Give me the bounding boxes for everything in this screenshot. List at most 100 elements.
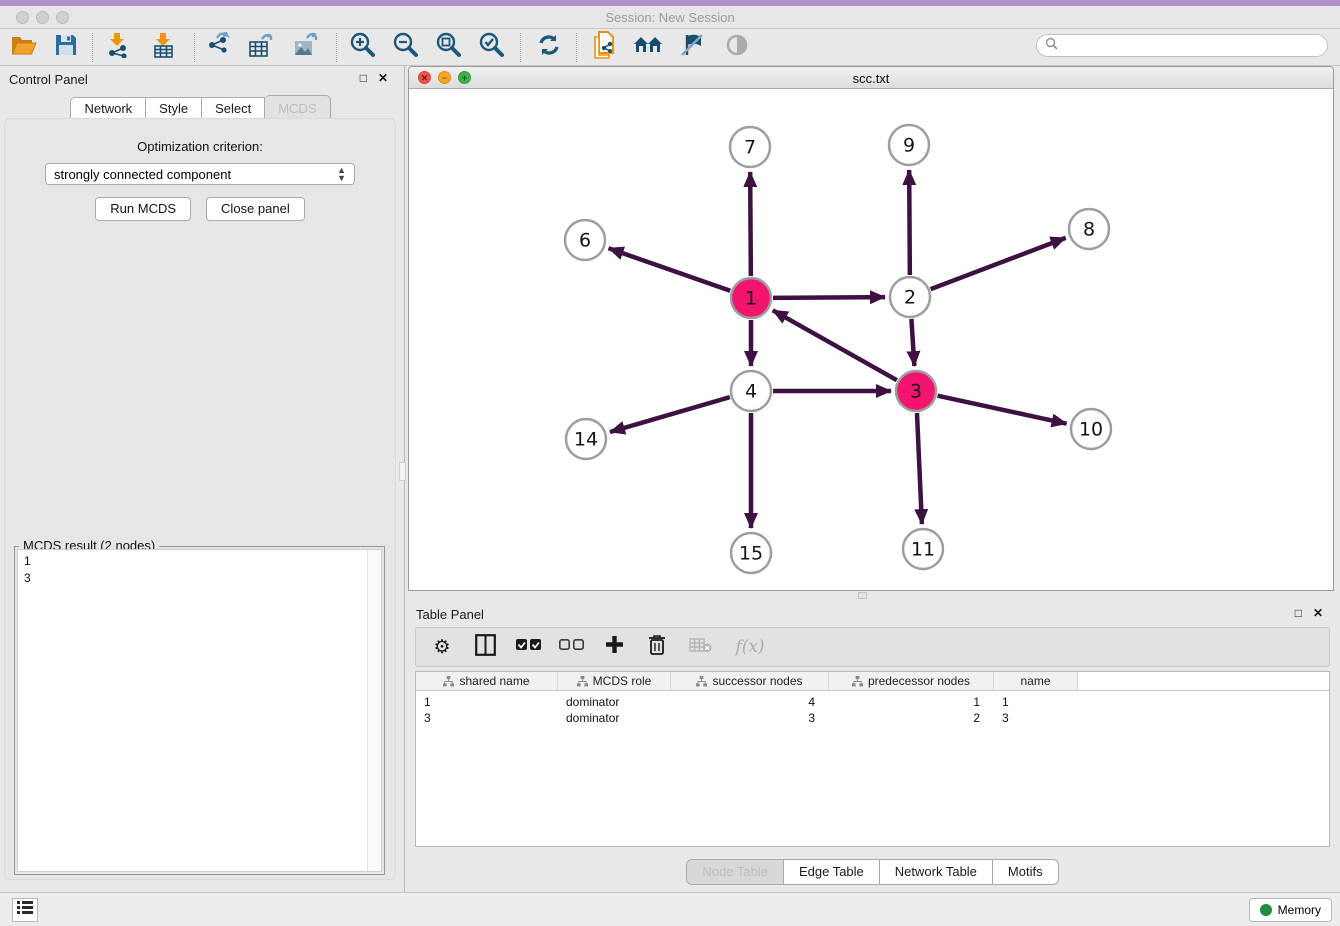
table-toolbar: ⚙ [415, 627, 1330, 667]
graph-node-label: 3 [910, 381, 922, 403]
table-row[interactable]: 1 dominator 4 1 1 [416, 694, 1329, 710]
select-all-rows-button[interactable] [516, 634, 540, 660]
optimization-criterion-select[interactable]: strongly connected component ▲▼ [45, 163, 355, 185]
zoom-out-button[interactable] [388, 32, 424, 63]
export-network-button[interactable] [200, 32, 236, 63]
column-visibility-button[interactable] [473, 634, 497, 660]
close-panel-button[interactable]: Close panel [206, 197, 305, 221]
graph-edge-1-6[interactable] [609, 248, 731, 290]
search-input[interactable] [1063, 37, 1327, 55]
export-image-icon [293, 32, 319, 63]
graph-node-14[interactable]: 14 [566, 419, 606, 459]
hide-graphics-details-button[interactable] [674, 32, 710, 63]
mcds-result-area[interactable]: 1 3 [17, 549, 382, 872]
toolbar-separator [576, 33, 577, 62]
graph-edge-3-11[interactable] [917, 413, 922, 524]
column-header-shared-name[interactable]: shared name [416, 672, 558, 690]
graph-node-11[interactable]: 11 [903, 529, 943, 569]
column-header-name[interactable]: name [994, 672, 1078, 690]
main-titlebar: Session: New Session [0, 6, 1340, 29]
cell-mcds-role: dominator [558, 710, 671, 726]
open-session-button[interactable] [6, 32, 42, 63]
memory-button[interactable]: Memory [1249, 898, 1332, 922]
close-table-panel-icon[interactable]: ✕ [1313, 607, 1323, 619]
graph-edge-3-1[interactable] [773, 310, 897, 380]
graph-edge-1-7[interactable] [750, 172, 751, 276]
export-image-button[interactable] [288, 32, 324, 63]
vertical-splitter-handle[interactable] [399, 462, 406, 481]
graph-edge-3-10[interactable] [937, 396, 1066, 424]
control-panel-header: Control Panel □ ✕ [0, 66, 401, 92]
zoom-in-button[interactable] [345, 32, 381, 63]
column-header-successor-nodes[interactable]: successor nodes [671, 672, 829, 690]
save-session-button[interactable] [48, 32, 84, 63]
graph-node-3[interactable]: 3 [896, 371, 936, 411]
node-table[interactable]: shared name MCDS role successor nodes pr… [415, 671, 1330, 847]
tab-motifs[interactable]: Motifs [993, 859, 1059, 885]
result-scrollbar[interactable] [367, 550, 381, 871]
column-header-predecessor-nodes[interactable]: predecessor nodes [829, 672, 994, 690]
delete-column-button[interactable] [645, 634, 669, 660]
graph-edge-4-14[interactable] [610, 397, 730, 432]
header-empty-space [1078, 672, 1329, 690]
zoom-selected-button[interactable] [474, 32, 510, 63]
delete-table-button[interactable] [688, 634, 712, 660]
refresh-view-button[interactable] [531, 32, 567, 63]
graph-node-label: 1 [745, 288, 757, 310]
function-builder-button[interactable]: f(x) [731, 634, 769, 660]
graph-node-6[interactable]: 6 [565, 220, 605, 260]
search-icon [1045, 37, 1058, 55]
column-header-mcds-role[interactable]: MCDS role [558, 672, 671, 690]
memory-label: Memory [1278, 903, 1321, 917]
show-log-button[interactable] [12, 898, 38, 922]
tab-network-table[interactable]: Network Table [880, 859, 993, 885]
horizontal-splitter-handle[interactable] [858, 592, 867, 599]
graph-node-4[interactable]: 4 [731, 371, 771, 411]
graph-edge-1-2[interactable] [773, 297, 885, 298]
graph-node-9[interactable]: 9 [889, 125, 929, 165]
import-network-button[interactable] [100, 32, 136, 63]
export-table-button[interactable] [243, 32, 279, 63]
close-panel-icon[interactable]: ✕ [378, 72, 388, 84]
graph-node-8[interactable]: 8 [1069, 209, 1109, 249]
deselect-all-rows-button[interactable] [559, 634, 583, 660]
hide-details-icon [679, 33, 705, 62]
zoom-fit-button[interactable] [431, 32, 467, 63]
network-canvas[interactable]: 7 9 6 8 1 2 4 3 14 10 15 11 [409, 89, 1333, 590]
table-settings-button[interactable]: ⚙ [430, 634, 454, 660]
mcds-result-text: 1 3 [18, 550, 381, 590]
graph-node-label: 9 [903, 135, 915, 157]
network-window-titlebar[interactable]: ✕ − + scc.txt [409, 67, 1333, 89]
search-field[interactable] [1036, 34, 1328, 57]
float-table-panel-icon[interactable]: □ [1295, 607, 1302, 619]
toolbar-separator [92, 33, 93, 62]
trash-icon [648, 634, 666, 660]
duplicate-network-button[interactable] [587, 32, 623, 63]
select-stepper-icon: ▲▼ [337, 166, 346, 182]
graph-node-15[interactable]: 15 [731, 533, 771, 573]
run-mcds-button[interactable]: Run MCDS [95, 197, 191, 221]
zoom-in-icon [350, 32, 376, 63]
cell-mcds-role: dominator [558, 694, 671, 710]
home-button[interactable] [630, 32, 666, 63]
graph-node-7[interactable]: 7 [730, 127, 770, 167]
table-panel-header: Table Panel □ ✕ [409, 601, 1336, 627]
table-row[interactable]: 3 dominator 3 2 3 [416, 710, 1329, 726]
network-graph[interactable]: 7 9 6 8 1 2 4 3 14 10 15 11 [409, 89, 1333, 590]
graph-node-1[interactable]: 1 [731, 278, 771, 318]
network-window-title: scc.txt [409, 71, 1333, 86]
graph-node-2[interactable]: 2 [890, 277, 930, 317]
zoom-out-icon [393, 32, 419, 63]
graph-edge-2-8[interactable] [931, 238, 1066, 289]
tab-edge-table[interactable]: Edge Table [784, 859, 880, 885]
graph-edge-2-3[interactable] [911, 319, 914, 366]
tab-node-table[interactable]: Node Table [686, 859, 784, 885]
cell-name: 1 [994, 694, 1078, 710]
graph-edge-2-9[interactable] [909, 170, 910, 275]
import-table-button[interactable] [146, 32, 182, 63]
create-column-button[interactable] [602, 634, 626, 660]
float-panel-icon[interactable]: □ [360, 72, 367, 84]
show-graphics-details-button[interactable] [719, 32, 755, 63]
graph-node-label: 4 [745, 381, 757, 403]
graph-node-10[interactable]: 10 [1071, 409, 1111, 449]
